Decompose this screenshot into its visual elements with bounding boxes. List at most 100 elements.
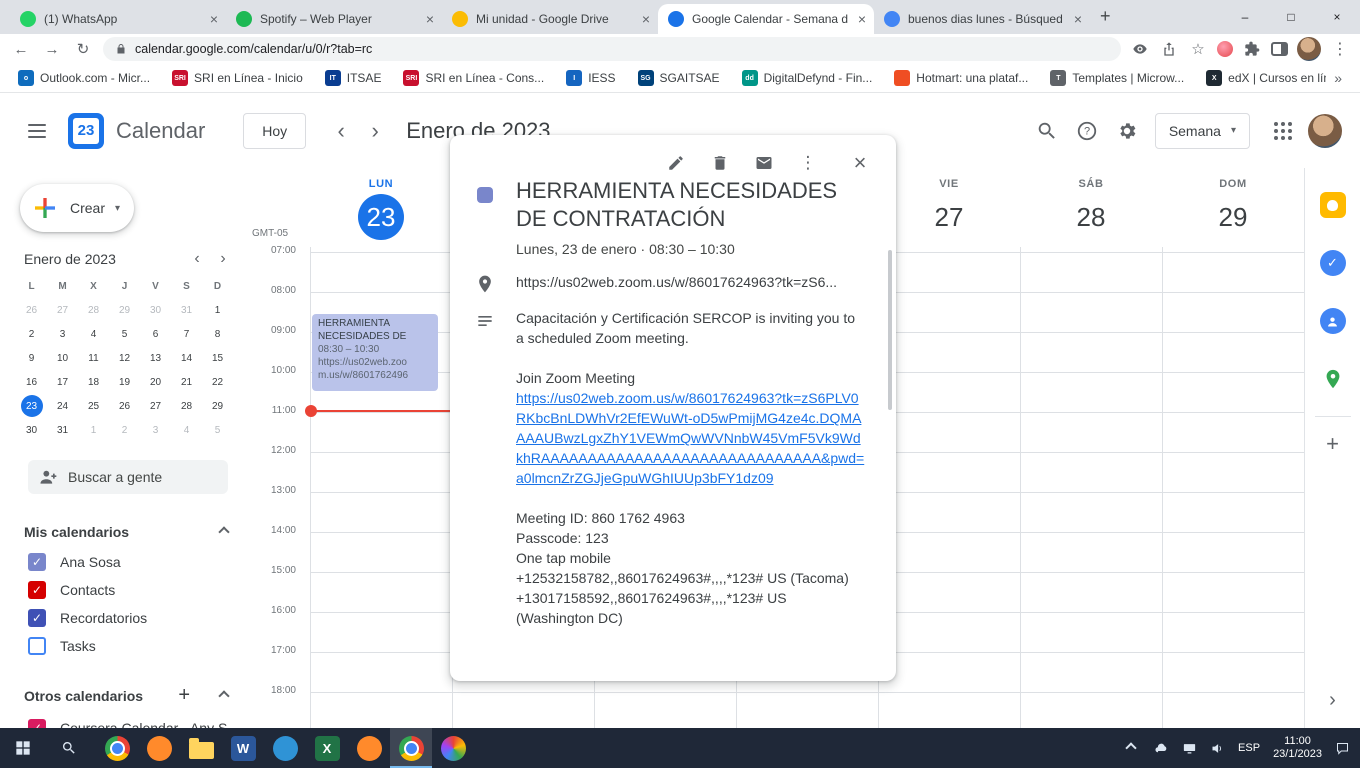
minical-date[interactable]: 1 bbox=[207, 299, 229, 321]
minical-date[interactable]: 5 bbox=[114, 323, 136, 345]
taskbar-app-photos[interactable] bbox=[432, 728, 474, 768]
side-panel-toggle-icon[interactable] bbox=[1271, 42, 1288, 56]
minical-date[interactable]: 26 bbox=[21, 299, 43, 321]
day-header-4[interactable]: VIE27 bbox=[878, 178, 1020, 240]
minical-date[interactable]: 30 bbox=[145, 299, 167, 321]
minical-date[interactable]: 19 bbox=[114, 371, 136, 393]
keep-icon[interactable] bbox=[1320, 192, 1346, 218]
onedrive-icon[interactable] bbox=[1154, 741, 1169, 756]
bookmark-item[interactable]: Hotmart: una plataf... bbox=[886, 68, 1036, 88]
minical-date[interactable]: 23 bbox=[21, 395, 43, 417]
bookmark-item[interactable]: SRISRI en Línea - Cons... bbox=[395, 68, 552, 88]
day-header-5[interactable]: SÁB28 bbox=[1020, 178, 1162, 240]
maps-icon[interactable] bbox=[1320, 366, 1346, 392]
minical-date[interactable]: 7 bbox=[176, 323, 198, 345]
get-addons-icon[interactable]: + bbox=[1326, 431, 1339, 457]
minical-date[interactable]: 18 bbox=[83, 371, 105, 393]
minical-date[interactable]: 3 bbox=[145, 419, 167, 441]
collapse-my-calendars-icon[interactable] bbox=[218, 526, 229, 537]
email-guests-icon[interactable] bbox=[754, 153, 774, 173]
calendar-checkbox[interactable]: ✓ bbox=[28, 609, 46, 627]
minical-date[interactable]: 27 bbox=[145, 395, 167, 417]
reload-button[interactable]: ↻ bbox=[72, 40, 94, 58]
bookmark-star-icon[interactable]: ☆ bbox=[1188, 40, 1208, 58]
extensions-puzzle-icon[interactable] bbox=[1242, 41, 1262, 57]
taskbar-app-word[interactable]: W bbox=[222, 728, 264, 768]
minical-date[interactable]: 25 bbox=[83, 395, 105, 417]
clock[interactable]: 11:00 23/1/2023 bbox=[1273, 735, 1322, 761]
minical-date[interactable]: 1 bbox=[83, 419, 105, 441]
browser-tab[interactable]: Google Calendar - Semana d× bbox=[658, 4, 874, 34]
browser-menu-icon[interactable]: ⋮ bbox=[1330, 39, 1350, 59]
minical-date[interactable]: 9 bbox=[21, 347, 43, 369]
tab-close-icon[interactable]: × bbox=[426, 11, 434, 27]
view-selector[interactable]: Semana ▾ bbox=[1155, 113, 1250, 149]
bookmark-item[interactable]: oOutlook.com - Micr... bbox=[10, 68, 158, 88]
share-icon[interactable] bbox=[1159, 41, 1179, 57]
notification-center-icon[interactable] bbox=[1335, 741, 1350, 756]
day-header-0[interactable]: LUN23 bbox=[310, 178, 452, 240]
bookmark-item[interactable]: SGSGAITSAE bbox=[630, 68, 728, 88]
minical-date[interactable]: 16 bbox=[21, 371, 43, 393]
zoom-link[interactable]: https://us02web.zoom.us/w/86017624963?tk… bbox=[516, 388, 866, 488]
help-icon[interactable]: ? bbox=[1075, 119, 1099, 143]
minical-date[interactable]: 21 bbox=[176, 371, 198, 393]
taskbar-app-file-explorer[interactable] bbox=[180, 728, 222, 768]
prev-week-icon[interactable]: ‹ bbox=[330, 118, 352, 144]
browser-tab[interactable]: buenos dias lunes - Búsqued× bbox=[874, 4, 1090, 34]
network-icon[interactable] bbox=[1182, 741, 1197, 756]
minical-date[interactable]: 29 bbox=[207, 395, 229, 417]
add-calendar-icon[interactable]: + bbox=[178, 684, 190, 707]
collapse-panel-icon[interactable]: › bbox=[1329, 689, 1336, 712]
account-avatar[interactable] bbox=[1308, 114, 1342, 148]
minical-date[interactable]: 4 bbox=[83, 323, 105, 345]
new-tab-button[interactable]: + bbox=[1100, 6, 1111, 27]
taskbar-app-chrome[interactable] bbox=[96, 728, 138, 768]
calendar-checkbox[interactable]: ✓ bbox=[28, 719, 46, 728]
calendar-checkbox[interactable]: ✓ bbox=[28, 581, 46, 599]
minical-date[interactable]: 15 bbox=[207, 347, 229, 369]
bookmarks-overflow-icon[interactable]: » bbox=[1326, 70, 1350, 86]
minical-date[interactable]: 2 bbox=[21, 323, 43, 345]
main-menu-icon[interactable] bbox=[28, 124, 46, 138]
taskbar-app-excel[interactable]: X bbox=[306, 728, 348, 768]
settings-gear-icon[interactable] bbox=[1115, 119, 1139, 143]
delete-event-icon[interactable] bbox=[710, 153, 730, 173]
event-chip[interactable]: HERRAMIENTANECESIDADES DE08:30 – 10:30ht… bbox=[312, 314, 438, 391]
tab-close-icon[interactable]: × bbox=[210, 11, 218, 27]
minical-date[interactable]: 28 bbox=[176, 395, 198, 417]
language-indicator[interactable]: ESP bbox=[1238, 742, 1260, 754]
search-people[interactable]: Buscar a gente bbox=[28, 460, 228, 494]
volume-icon[interactable] bbox=[1210, 741, 1225, 756]
tab-close-icon[interactable]: × bbox=[642, 11, 650, 27]
contacts-icon[interactable] bbox=[1320, 308, 1346, 334]
taskbar-app-firefox-2[interactable] bbox=[348, 728, 390, 768]
create-button[interactable]: Crear ▾ bbox=[20, 184, 134, 232]
tab-close-icon[interactable]: × bbox=[1074, 11, 1082, 27]
minical-date[interactable]: 31 bbox=[176, 299, 198, 321]
minical-date[interactable]: 6 bbox=[145, 323, 167, 345]
minical-date[interactable]: 28 bbox=[83, 299, 105, 321]
minical-date[interactable]: 2 bbox=[114, 419, 136, 441]
calendar-checkbox[interactable] bbox=[28, 637, 46, 655]
minical-date[interactable]: 13 bbox=[145, 347, 167, 369]
next-week-icon[interactable]: › bbox=[364, 118, 386, 144]
back-button[interactable]: ← bbox=[10, 41, 32, 58]
tasks-icon[interactable]: ✓ bbox=[1320, 250, 1346, 276]
minical-date[interactable]: 17 bbox=[52, 371, 74, 393]
taskbar-app-chrome-2[interactable] bbox=[390, 728, 432, 768]
minical-date[interactable]: 30 bbox=[21, 419, 43, 441]
extension-icon[interactable] bbox=[1217, 41, 1233, 57]
google-apps-icon[interactable] bbox=[1274, 122, 1292, 140]
eye-icon[interactable] bbox=[1130, 41, 1150, 57]
calendar-checkbox[interactable]: ✓ bbox=[28, 553, 46, 571]
minical-date[interactable]: 11 bbox=[83, 347, 105, 369]
minical-date[interactable]: 12 bbox=[114, 347, 136, 369]
day-header-6[interactable]: DOM29 bbox=[1162, 178, 1304, 240]
popup-scrollbar[interactable] bbox=[888, 250, 892, 410]
browser-tab[interactable]: Mi unidad - Google Drive× bbox=[442, 4, 658, 34]
minical-date[interactable]: 20 bbox=[145, 371, 167, 393]
bookmark-item[interactable]: TTemplates | Microw... bbox=[1042, 68, 1192, 88]
browser-tab[interactable]: (1) WhatsApp× bbox=[10, 4, 226, 34]
event-location[interactable]: https://us02web.zoom.us/w/86017624963?tk… bbox=[516, 271, 837, 294]
